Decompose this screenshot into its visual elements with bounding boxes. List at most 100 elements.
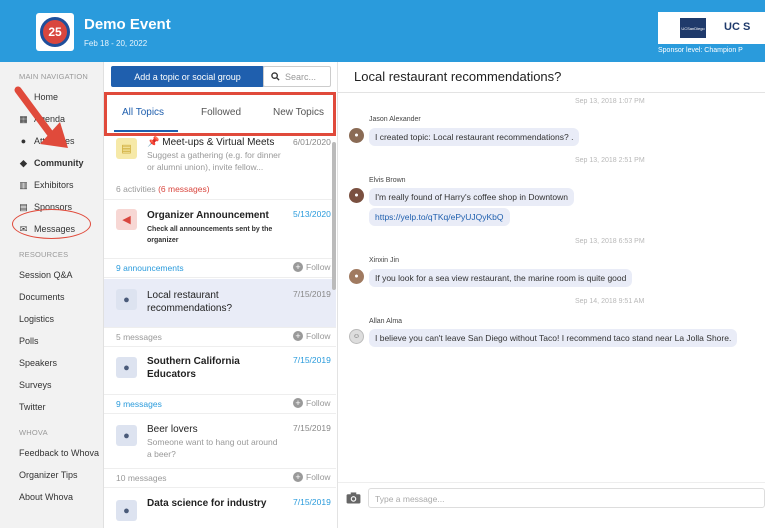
message-timestamp: Sep 13, 2018 1:07 PM bbox=[575, 98, 645, 105]
add-topic-button[interactable]: Add a topic or social group bbox=[111, 66, 264, 87]
follow-label: Follow bbox=[306, 262, 331, 272]
sidebar-item-community[interactable]: ◆ Community bbox=[19, 156, 83, 170]
sponsor-logo: UCSanDiego bbox=[680, 18, 706, 38]
annotation-arrow-icon bbox=[14, 86, 68, 148]
sidebar-item-organizer-tips[interactable]: Organizer Tips bbox=[19, 468, 78, 482]
follow-label: Follow bbox=[306, 398, 331, 408]
follow-button[interactable]: + Follow bbox=[293, 331, 331, 341]
sidebar-item-polls[interactable]: Polls bbox=[19, 334, 39, 348]
event-logo[interactable]: 25 bbox=[36, 13, 74, 51]
document-icon: ▤ bbox=[19, 201, 28, 212]
topics-scrollbar[interactable] bbox=[332, 142, 336, 290]
topic-date: 7/15/2019 bbox=[293, 423, 331, 433]
follow-button[interactable]: + Follow bbox=[293, 472, 331, 482]
topic-meta-row: 9 announcements + Follow bbox=[104, 258, 336, 278]
topic-item-data-science[interactable]: ● Data science for industry 7/15/2019 bbox=[104, 492, 332, 528]
search-icon bbox=[271, 72, 280, 81]
topic-description: Check all announcements sent by the bbox=[147, 226, 273, 233]
activity-count-text: 6 activities bbox=[116, 184, 156, 194]
follow-label: Follow bbox=[306, 331, 331, 341]
sidebar-item-session-qa[interactable]: Session Q&A bbox=[19, 268, 73, 282]
chat-icon: ◆ bbox=[20, 157, 27, 168]
message-count: 10 messages bbox=[116, 473, 167, 483]
topic-date: 5/13/2020 bbox=[293, 209, 331, 219]
chat-title: Local restaurant recommendations? bbox=[354, 69, 562, 84]
message-bubble: I believe you can't leave San Diego with… bbox=[369, 329, 738, 347]
tab-new-topics[interactable]: New Topics bbox=[273, 107, 324, 118]
app-header: 25 Demo Event Feb 18 - 20, 2022 UCSanDie… bbox=[0, 0, 765, 62]
chat-bubble-icon: ● bbox=[116, 357, 137, 378]
topic-description: or alumni union), invite fellow... bbox=[147, 162, 264, 172]
topic-title: Beer lovers bbox=[147, 424, 198, 435]
tab-all-topics[interactable]: All Topics bbox=[122, 107, 164, 118]
message-timestamp: Sep 13, 2018 6:53 PM bbox=[575, 238, 645, 245]
topic-date: 6/01/2020 bbox=[293, 137, 331, 147]
chat-panel: Local restaurant recommendations? Sep 13… bbox=[338, 62, 765, 528]
sponsor-banner[interactable]: UCSanDiego UC S bbox=[658, 12, 765, 44]
topic-title-text: Meet-ups & Virtual Meets bbox=[162, 137, 275, 148]
sidebar-item-label: Exhibitors bbox=[34, 180, 74, 190]
building-icon: ▥ bbox=[19, 179, 28, 190]
topic-item-announcements[interactable]: ◀ Organizer Announcement Check all annou… bbox=[104, 204, 332, 254]
message-bubble: I created topic: Local restaurant recomm… bbox=[369, 128, 580, 146]
topic-meta-row: 9 messages + Follow bbox=[104, 394, 336, 414]
topic-description: Suggest a gathering (e.g. for dinner bbox=[147, 150, 281, 160]
message-link[interactable]: https://yelp.to/qTKq/ePyUJQyKbQ bbox=[369, 208, 510, 226]
sidebar-item-feedback[interactable]: Feedback to Whova bbox=[19, 446, 99, 460]
camera-icon[interactable] bbox=[346, 492, 361, 504]
message-input[interactable]: Type a message... bbox=[368, 488, 765, 508]
topic-search-input[interactable]: Searc... bbox=[263, 66, 331, 87]
topic-item-beer-lovers[interactable]: ● Beer lovers Someone want to hang out a… bbox=[104, 417, 332, 467]
avatar[interactable]: ● bbox=[349, 269, 364, 284]
message-bubble: I'm really found of Harry's coffee shop … bbox=[369, 188, 575, 206]
topic-title-line1: Southern California bbox=[147, 356, 240, 367]
plus-icon: + bbox=[293, 331, 303, 341]
topic-description: a beer? bbox=[147, 449, 176, 459]
message-author: Elvis Brown bbox=[369, 177, 406, 184]
sponsor-level: Sponsor level: Champion P bbox=[658, 47, 743, 54]
follow-button[interactable]: + Follow bbox=[293, 398, 331, 408]
note-icon: ▤ bbox=[116, 138, 137, 159]
follow-button[interactable]: + Follow bbox=[293, 262, 331, 272]
avatar[interactable]: ☺ bbox=[349, 329, 364, 344]
sidebar-item-surveys[interactable]: Surveys bbox=[19, 378, 52, 392]
sidebar-item-twitter[interactable]: Twitter bbox=[19, 400, 46, 414]
event-logo-badge: 25 bbox=[40, 17, 70, 47]
topic-title-line2: Educators bbox=[147, 369, 196, 380]
resources-heading: RESOURCES bbox=[19, 250, 69, 259]
sidebar-item-logistics[interactable]: Logistics bbox=[19, 312, 54, 326]
sidebar-item-exhibitors[interactable]: ▥ Exhibitors bbox=[19, 178, 74, 192]
announcement-count: 9 announcements bbox=[116, 263, 184, 273]
topic-description: Someone want to hang out around bbox=[147, 437, 278, 447]
message-composer: Type a message... bbox=[338, 482, 765, 528]
topic-meta-row: 10 messages + Follow bbox=[104, 468, 336, 488]
topic-item-local-restaurant[interactable]: ● Local restaurant recommendations? 7/15… bbox=[104, 279, 332, 327]
main-nav-heading: MAIN NAVIGATION bbox=[19, 72, 88, 81]
avatar[interactable]: ● bbox=[349, 188, 364, 203]
follow-label: Follow bbox=[306, 472, 331, 482]
message-count: (6 messages) bbox=[158, 184, 210, 194]
topic-title-line1: Local restaurant bbox=[147, 290, 219, 301]
chat-bubble-icon: ● bbox=[116, 500, 137, 521]
pin-icon: 📌 bbox=[147, 137, 163, 148]
message-count: 5 messages bbox=[116, 332, 162, 342]
tab-followed[interactable]: Followed bbox=[201, 107, 241, 118]
topic-date: 7/15/2019 bbox=[293, 289, 331, 299]
chat-bubble-icon: ● bbox=[116, 425, 137, 446]
topic-item-socal-educators[interactable]: ● Southern California Educators 7/15/201… bbox=[104, 349, 332, 393]
megaphone-icon: ◀ bbox=[116, 209, 137, 230]
topic-title: Data science for industry bbox=[147, 498, 267, 509]
sidebar-item-documents[interactable]: Documents bbox=[19, 290, 65, 304]
sidebar-item-speakers[interactable]: Speakers bbox=[19, 356, 57, 370]
sidebar-item-about-whova[interactable]: About Whova bbox=[19, 490, 73, 504]
message-author: Allan Alma bbox=[369, 318, 403, 325]
topic-tabs: All Topics Followed New Topics bbox=[104, 92, 336, 136]
topic-item-meetups[interactable]: ▤ 📌 Meet-ups & Virtual Meets Suggest a g… bbox=[104, 132, 332, 182]
avatar[interactable]: ● bbox=[349, 128, 364, 143]
divider bbox=[338, 92, 765, 93]
topic-title: 📌 Meet-ups & Virtual Meets bbox=[147, 136, 274, 149]
plus-icon: + bbox=[293, 262, 303, 272]
topic-date: 7/15/2019 bbox=[293, 355, 331, 365]
event-title: Demo Event bbox=[84, 16, 171, 33]
topic-description: organizer bbox=[147, 237, 179, 244]
